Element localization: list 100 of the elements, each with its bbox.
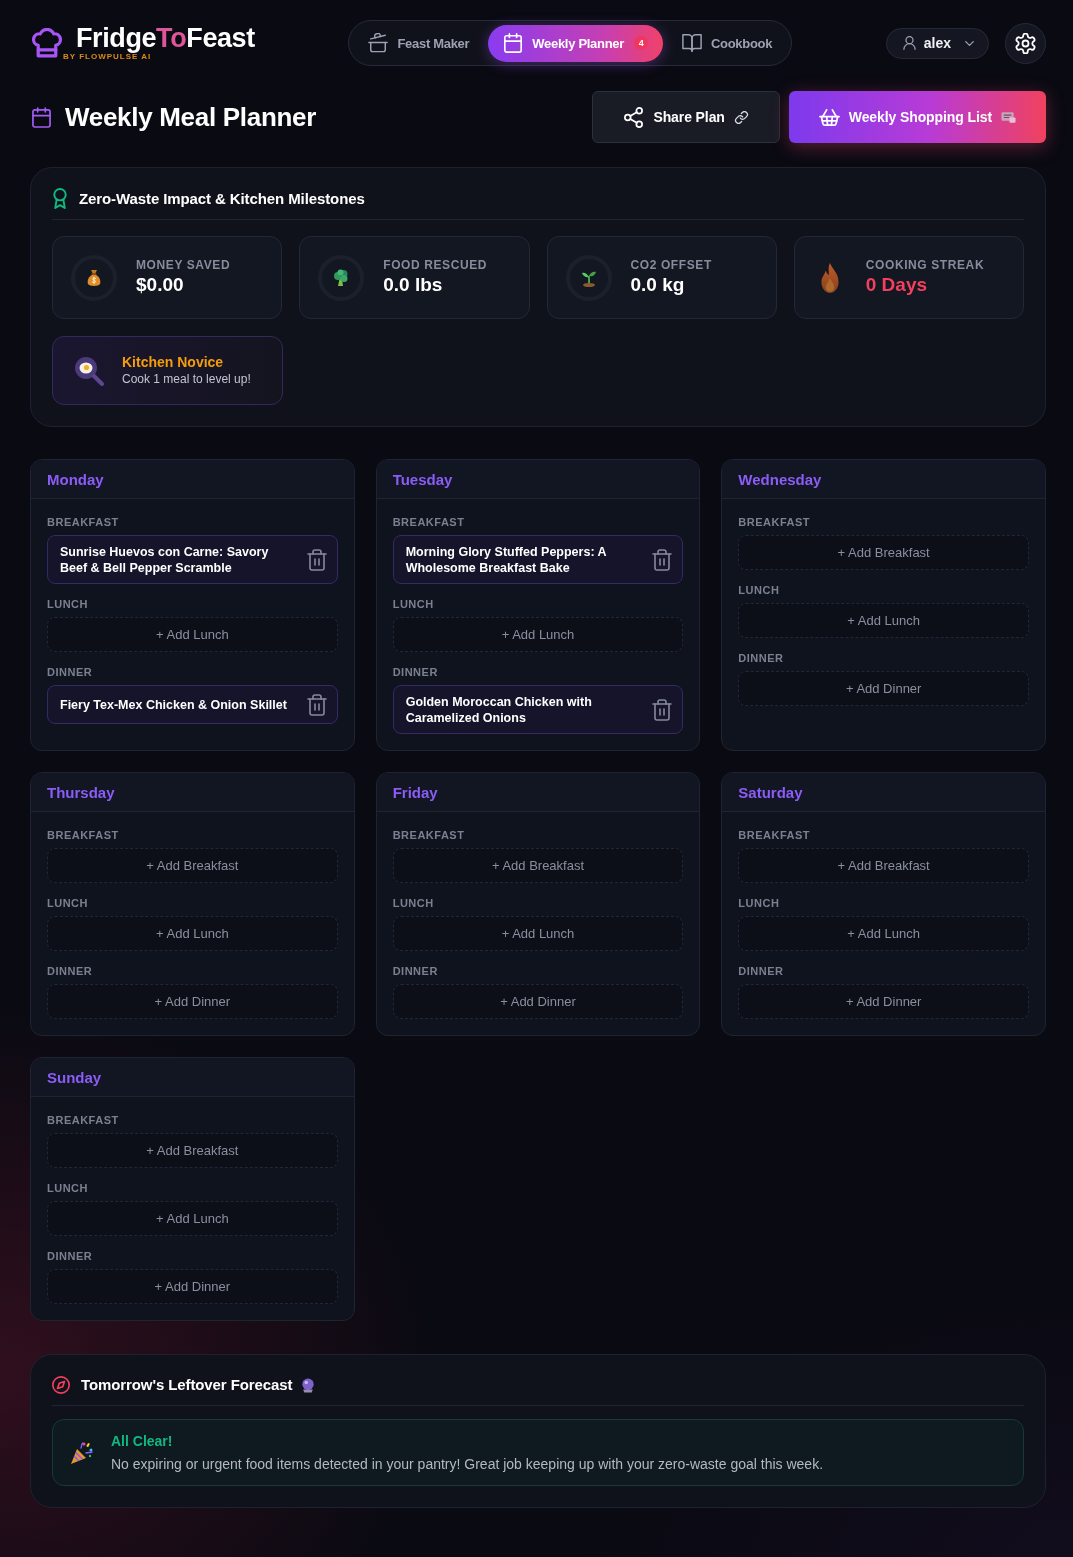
add-meal-button[interactable]: + Add Lunch [47,617,338,652]
add-meal-button[interactable]: + Add Lunch [47,916,338,951]
meal-label: BREAKFAST [47,516,120,529]
recipe-title: Morning Glory Stuffed Peppers: A Wholesome Breakfast Bake [405,543,608,576]
seedling-icon [565,254,612,301]
share-button[interactable]: Share Plan [592,91,780,143]
crystal-ball-icon [301,1377,316,1393]
add-meal-button[interactable]: + Add Lunch [392,916,684,951]
meal-label: DINNER [47,666,94,679]
award-icon [52,188,68,209]
trash-icon[interactable] [652,698,673,721]
meal-label: LUNCH [47,897,89,910]
count-badge: 4 [634,36,648,50]
flame-icon [818,261,841,294]
add-meal-button[interactable]: + Add Breakfast [47,1133,338,1168]
panel-title: Tomorrow's Leftover Forecast [81,1375,293,1395]
meal-label: DINNER [738,965,785,978]
meal-card[interactable]: Golden Moroccan Chicken with Caramelized Onions [392,685,684,734]
stat-value: 0.0 kg [630,273,686,297]
stat-value: 0 Days [865,273,929,297]
panel-title: Zero-Waste Impact & Kitchen Milestones [79,188,365,209]
meal-label: BREAKFAST [47,829,120,842]
trash-icon[interactable] [652,548,673,571]
trash-icon[interactable] [306,693,327,716]
add-meal-button[interactable]: + Add Lunch [738,916,1029,951]
meal-label: LUNCH [738,897,781,910]
meal-label: LUNCH [392,598,435,611]
add-meal-button[interactable]: + Add Dinner [738,984,1029,1019]
day-title: Thursday [47,783,115,801]
stat-label: CO2 OFFSET [630,258,712,273]
add-meal-button[interactable]: + Add Dinner [738,671,1029,706]
nav-tab[interactable]: Cookbook [667,24,788,62]
calendar-icon [503,33,524,53]
add-meal-button[interactable]: + Add Lunch [738,603,1029,638]
party-popper-icon [70,1440,94,1465]
day-title: Monday [47,470,104,488]
user-icon [902,36,916,50]
money-bag-icon [71,254,117,301]
meal-label: BREAKFAST [392,829,466,842]
add-meal-button[interactable]: + Add Dinner [47,1269,338,1304]
stat-label: MONEY SAVED [136,258,231,273]
status-message: No expiring or urgent food items detected in your pantry! Great job keeping up with your zero-waste goal this week. [111,1455,824,1473]
calendar-icon [32,106,51,128]
brand-name: FridgeToFeast [76,24,255,52]
stat-label: COOKING STREAK [865,258,985,273]
meal-label: LUNCH [738,584,781,597]
milestone-title: Kitchen Novice [122,354,225,371]
share-icon [623,106,645,128]
stat-value: $0.00 [136,273,185,297]
frying-pan-icon [74,355,104,386]
page-title: Weekly Meal Planner [65,102,317,132]
add-meal-button[interactable]: + Add Breakfast [738,848,1029,883]
stat-label: FOOD RESCUED [383,258,488,273]
trash-icon[interactable] [306,548,327,571]
milestone-hint: Cook 1 meal to level up! [122,371,251,387]
basket-icon [818,106,840,128]
meal-label: BREAKFAST [392,516,466,529]
day-title: Sunday [47,1068,102,1086]
meal-label: LUNCH [392,897,435,910]
stat-value: 0.0 lbs [383,273,444,297]
chevron-down-icon [965,40,974,46]
nav-tab[interactable]: Weekly Planner 4 [488,24,663,62]
status-title: All Clear! [111,1432,174,1450]
add-meal-button[interactable]: + Add Dinner [47,984,338,1019]
broccoli-icon [318,254,365,301]
recipe-title: Golden Moroccan Chicken with Caramelized Onions [405,693,593,726]
day-title: Wednesday [738,470,822,488]
chef-hat-icon [32,28,62,58]
meal-card[interactable]: Morning Glory Stuffed Peppers: A Wholesome Breakfast Bake [392,535,684,584]
add-meal-button[interactable]: + Add Breakfast [738,535,1029,570]
day-title: Saturday [738,783,803,801]
user-menu-button[interactable]: alex [885,27,989,59]
compass-icon [52,1376,70,1394]
shopping-list-button[interactable]: Weekly Shopping List [788,91,1046,143]
open-book-icon [682,33,702,53]
cooking-pot-icon [368,33,389,53]
meal-card[interactable]: Fiery Tex-Mex Chicken & Onion Skillet [47,685,338,724]
receipt-icon [1001,110,1016,124]
meal-label: BREAKFAST [738,516,812,529]
meal-label: LUNCH [47,598,89,611]
nav-tab[interactable]: Feast Maker [353,24,485,62]
meal-label: DINNER [47,965,94,978]
settings-button[interactable] [1005,22,1046,64]
meal-label: DINNER [392,965,439,978]
recipe-title: Fiery Tex-Mex Chicken & Onion Skillet [60,696,288,713]
add-meal-button[interactable]: + Add Lunch [47,1201,338,1236]
add-meal-button[interactable]: + Add Dinner [392,984,684,1019]
meal-card[interactable]: Sunrise Huevos con Carne: Savory Beef & Bell Pepper Scramble [47,535,338,584]
meal-label: DINNER [738,652,785,665]
meal-label: BREAKFAST [738,829,812,842]
meal-label: LUNCH [47,1182,89,1195]
add-meal-button[interactable]: + Add Breakfast [47,848,338,883]
day-title: Friday [392,783,438,801]
add-meal-button[interactable]: + Add Breakfast [392,848,684,883]
meal-label: DINNER [392,666,439,679]
meal-label: DINNER [47,1250,94,1263]
day-title: Tuesday [392,470,453,488]
add-meal-button[interactable]: + Add Lunch [392,617,684,652]
meal-label: BREAKFAST [47,1114,120,1127]
link-icon [733,110,749,124]
